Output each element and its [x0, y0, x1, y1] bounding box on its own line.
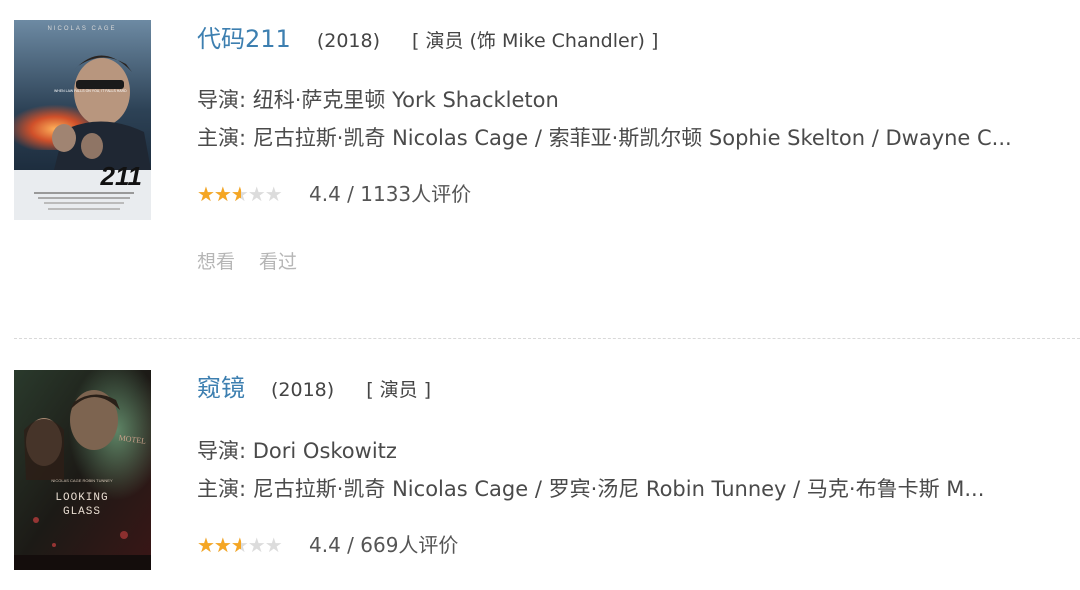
movie-year: (2018)	[316, 30, 380, 52]
movie-year: (2018)	[271, 379, 335, 401]
star-filled-icon: ★★★★★	[197, 184, 241, 204]
movie-list: NICOLAS CAGE WHEN LAW FALLS ON YOU, IT F…	[0, 0, 1080, 590]
movie-title-link[interactable]: 窥镜	[197, 374, 245, 402]
poster-title-line-2: GLASS	[63, 506, 101, 518]
cast-line: 主演: 尼古拉斯·凯奇 Nicolas Cage / 索菲亚·斯凯尔顿 Soph…	[197, 126, 1012, 150]
director-line: 导演: Dori Oskowitz	[197, 439, 397, 463]
item-divider	[14, 338, 1080, 339]
director-line: 导演: 纽科·萨克里顿 York Shackleton	[197, 88, 559, 112]
movie-poster[interactable]: MOTEL NICOLAS CAGE ROBIN TUNNEY LOOKING …	[14, 370, 151, 570]
rating-row: ★★★★★ ★★★★★ 4.4 / 1133人评价	[197, 174, 1068, 214]
rating-stars: ★★★★★ ★★★★★	[197, 535, 297, 555]
rating-text: 4.4 / 1133人评价	[309, 182, 472, 206]
poster-image-looking-glass: MOTEL NICOLAS CAGE ROBIN TUNNEY LOOKING …	[14, 370, 151, 570]
movie-info: 窥镜 (2018) [ 演员 ] 导演: Dori Oskowitz 主演: 尼古拉…	[197, 368, 1068, 565]
movie-role: [ 演员 (饰 Mike Chandler) ]	[412, 30, 659, 52]
want-to-watch-button[interactable]: 想看	[197, 251, 235, 273]
poster-big-title: 211	[100, 161, 142, 191]
poster-top-text: NICOLAS CAGE ROBIN TUNNEY	[51, 478, 113, 483]
movie-title-link[interactable]: 代码211	[197, 25, 291, 53]
movie-role: [ 演员 ]	[366, 379, 432, 401]
poster-tagline: WHEN LAW FALLS ON YOU, IT FALLS HARD	[54, 89, 127, 93]
rating-row: ★★★★★ ★★★★★ 4.4 / 669人评价	[197, 525, 1068, 565]
movie-poster[interactable]: NICOLAS CAGE WHEN LAW FALLS ON YOU, IT F…	[14, 20, 151, 220]
actions-row: 想看 看过	[197, 242, 1068, 282]
cast-line: 主演: 尼古拉斯·凯奇 Nicolas Cage / 罗宾·汤尼 Robin T…	[197, 477, 985, 501]
star-filled-icon: ★★★★★	[197, 535, 241, 555]
movie-info: 代码211 (2018) [ 演员 (饰 Mike Chandler) ] 导演: …	[197, 19, 1068, 282]
title-row: 代码211 (2018) [ 演员 (饰 Mike Chandler) ]	[197, 19, 1068, 59]
poster-title-line-1: LOOKING	[55, 492, 108, 504]
title-row: 窥镜 (2018) [ 演员 ]	[197, 368, 1068, 408]
rating-stars: ★★★★★ ★★★★★	[197, 184, 297, 204]
poster-image-211: NICOLAS CAGE WHEN LAW FALLS ON YOU, IT F…	[14, 20, 151, 220]
rating-text: 4.4 / 669人评价	[309, 533, 459, 557]
watched-button[interactable]: 看过	[259, 251, 297, 273]
poster-top-text: NICOLAS CAGE	[47, 26, 116, 32]
